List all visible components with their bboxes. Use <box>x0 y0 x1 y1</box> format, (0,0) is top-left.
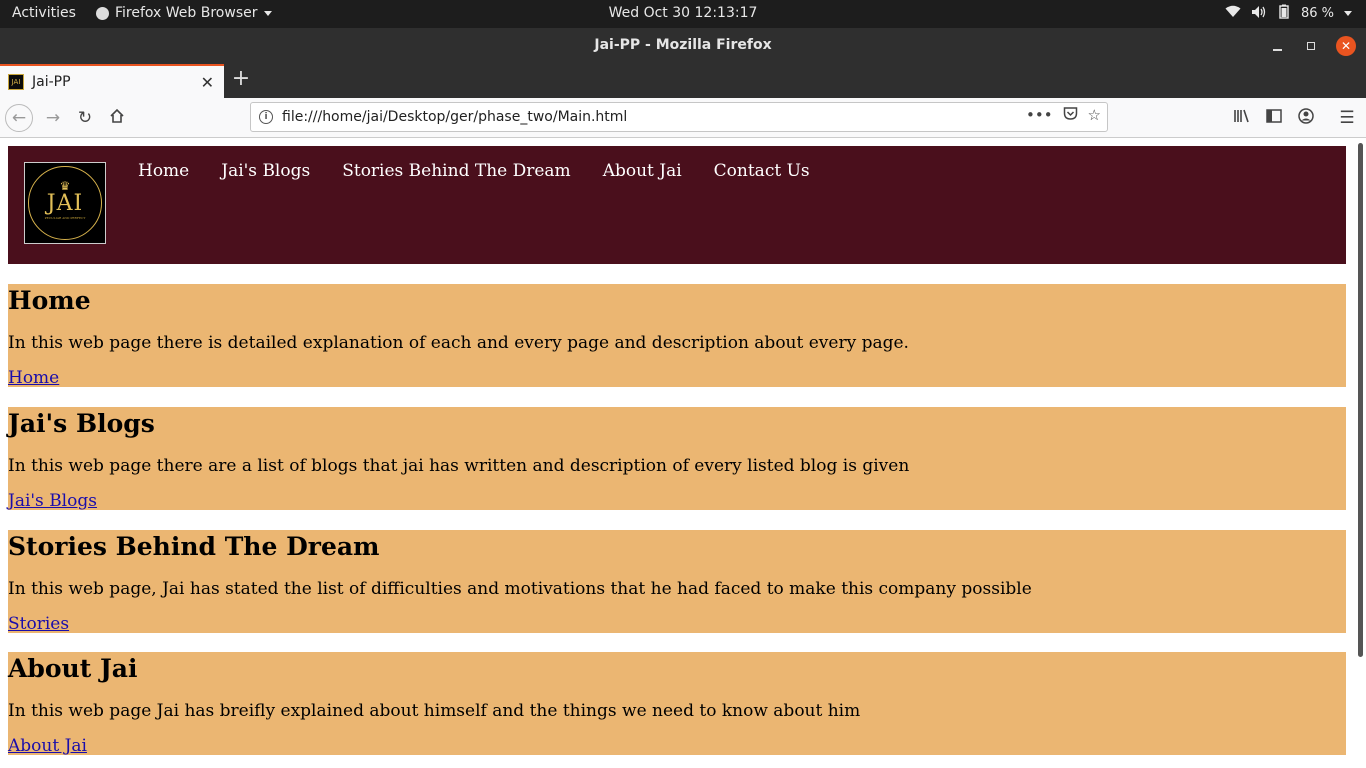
jai-logo-icon: JAI <box>8 74 24 90</box>
back-button[interactable]: ← <box>5 104 33 132</box>
forward-arrow-icon: → <box>45 108 61 128</box>
app-menu-label: Firefox Web Browser <box>115 5 258 21</box>
section-about-jai: About Jai In this web page Jai has breif… <box>8 652 1346 756</box>
section-description: In this web page there are a list of blo… <box>8 456 910 476</box>
close-icon: ✕ <box>1340 39 1352 53</box>
tab-jai-pp[interactable]: JAI Jai-PP ✕ <box>0 64 224 98</box>
section-link-jais-blogs[interactable]: Jai's Blogs <box>8 491 97 511</box>
volume-icon <box>1251 5 1267 23</box>
maximize-icon <box>1307 42 1315 50</box>
home-icon <box>109 108 125 129</box>
page-actions-icon[interactable]: ••• <box>1026 106 1053 125</box>
site-logo[interactable]: ♛ JAI PECULIAR AND PERFECT <box>24 162 106 244</box>
site-nav: Home Jai's Blogs Stories Behind The Drea… <box>138 161 810 181</box>
scrollbar-thumb[interactable] <box>1358 143 1363 657</box>
tab-title: Jai-PP <box>32 74 71 90</box>
section-jais-blogs: Jai's Blogs In this web page there are a… <box>8 407 1346 511</box>
window-title-bar: Jai-PP - Mozilla Firefox ✕ <box>0 28 1366 64</box>
reload-button[interactable]: ↻ <box>71 104 99 132</box>
section-heading: Stories Behind The Dream <box>8 532 380 561</box>
system-tray[interactable]: 86 % <box>1225 4 1352 23</box>
minimize-button[interactable] <box>1267 36 1287 56</box>
section-heading: Home <box>8 286 91 315</box>
app-menu[interactable]: Firefox Web Browser <box>96 5 272 21</box>
section-heading: Jai's Blogs <box>8 409 155 438</box>
logo-text: JAI <box>46 191 84 216</box>
maximize-button[interactable] <box>1301 36 1321 56</box>
web-page: ♛ JAI PECULIAR AND PERFECT Home Jai's Bl… <box>0 139 1356 768</box>
close-tab-icon[interactable]: ✕ <box>201 73 214 92</box>
logo-ring: ♛ JAI PECULIAR AND PERFECT <box>28 166 102 240</box>
clock[interactable]: Wed Oct 30 12:13:17 <box>609 5 758 21</box>
nav-jais-blogs[interactable]: Jai's Blogs <box>221 161 310 181</box>
logo-tagline: PECULIAR AND PERFECT <box>44 216 86 220</box>
section-link-about-jai[interactable]: About Jai <box>8 736 87 756</box>
hamburger-menu-icon: ☰ <box>1339 108 1355 128</box>
bookmark-star-icon[interactable]: ☆ <box>1088 106 1101 125</box>
section-link-stories[interactable]: Stories <box>8 614 69 634</box>
menu-button[interactable]: ☰ <box>1333 104 1361 132</box>
page-scrollbar[interactable] <box>1356 139 1366 768</box>
library-button[interactable] <box>1228 104 1256 132</box>
nav-stories-behind-the-dream[interactable]: Stories Behind The Dream <box>342 161 570 181</box>
section-heading: About Jai <box>8 654 138 683</box>
system-top-bar: Activities Firefox Web Browser Wed Oct 3… <box>0 0 1366 28</box>
chevron-down-icon <box>263 10 272 16</box>
tab-strip: JAI Jai-PP ✕ + <box>0 64 1366 98</box>
battery-icon <box>1277 4 1291 23</box>
site-header: ♛ JAI PECULIAR AND PERFECT Home Jai's Bl… <box>8 146 1346 264</box>
back-arrow-icon: ← <box>11 108 27 128</box>
navigation-toolbar: ← → ↻ i file:///home/jai/Desktop/ger/pha… <box>0 98 1366 138</box>
nav-contact-us[interactable]: Contact Us <box>714 161 810 181</box>
wifi-icon <box>1225 5 1241 22</box>
reload-icon: ↻ <box>77 108 93 128</box>
nav-home[interactable]: Home <box>138 161 189 181</box>
url-text[interactable]: file:///home/jai/Desktop/ger/phase_two/M… <box>282 109 627 125</box>
section-description: In this web page, Jai has stated the lis… <box>8 579 1032 599</box>
activities-button[interactable]: Activities <box>12 5 76 21</box>
pocket-icon[interactable] <box>1063 106 1078 125</box>
battery-percent: 86 % <box>1300 6 1334 21</box>
section-link-home[interactable]: Home <box>8 368 59 388</box>
firefox-icon <box>96 6 109 20</box>
new-tab-button[interactable]: + <box>230 68 252 91</box>
section-stories: Stories Behind The Dream In this web pag… <box>8 530 1346 634</box>
chevron-down-icon <box>1344 11 1352 16</box>
nav-about-jai[interactable]: About Jai <box>603 161 682 181</box>
home-button[interactable] <box>103 104 131 132</box>
section-home: Home In this web page there is detailed … <box>8 284 1346 388</box>
section-description: In this web page Jai has breifly explain… <box>8 701 861 721</box>
account-icon <box>1298 107 1314 129</box>
sidebar-button[interactable] <box>1260 104 1288 132</box>
section-description: In this web page there is detailed expla… <box>8 333 909 353</box>
library-icon <box>1233 108 1251 129</box>
forward-button[interactable]: → <box>39 104 67 132</box>
account-button[interactable] <box>1292 104 1320 132</box>
minimize-icon <box>1272 49 1282 51</box>
window-title: Jai-PP - Mozilla Firefox <box>594 37 772 53</box>
address-bar[interactable]: i file:///home/jai/Desktop/ger/phase_two… <box>250 102 1108 132</box>
sidebar-icon <box>1266 108 1282 128</box>
close-window-button[interactable]: ✕ <box>1336 36 1356 56</box>
info-icon[interactable]: i <box>259 110 273 124</box>
